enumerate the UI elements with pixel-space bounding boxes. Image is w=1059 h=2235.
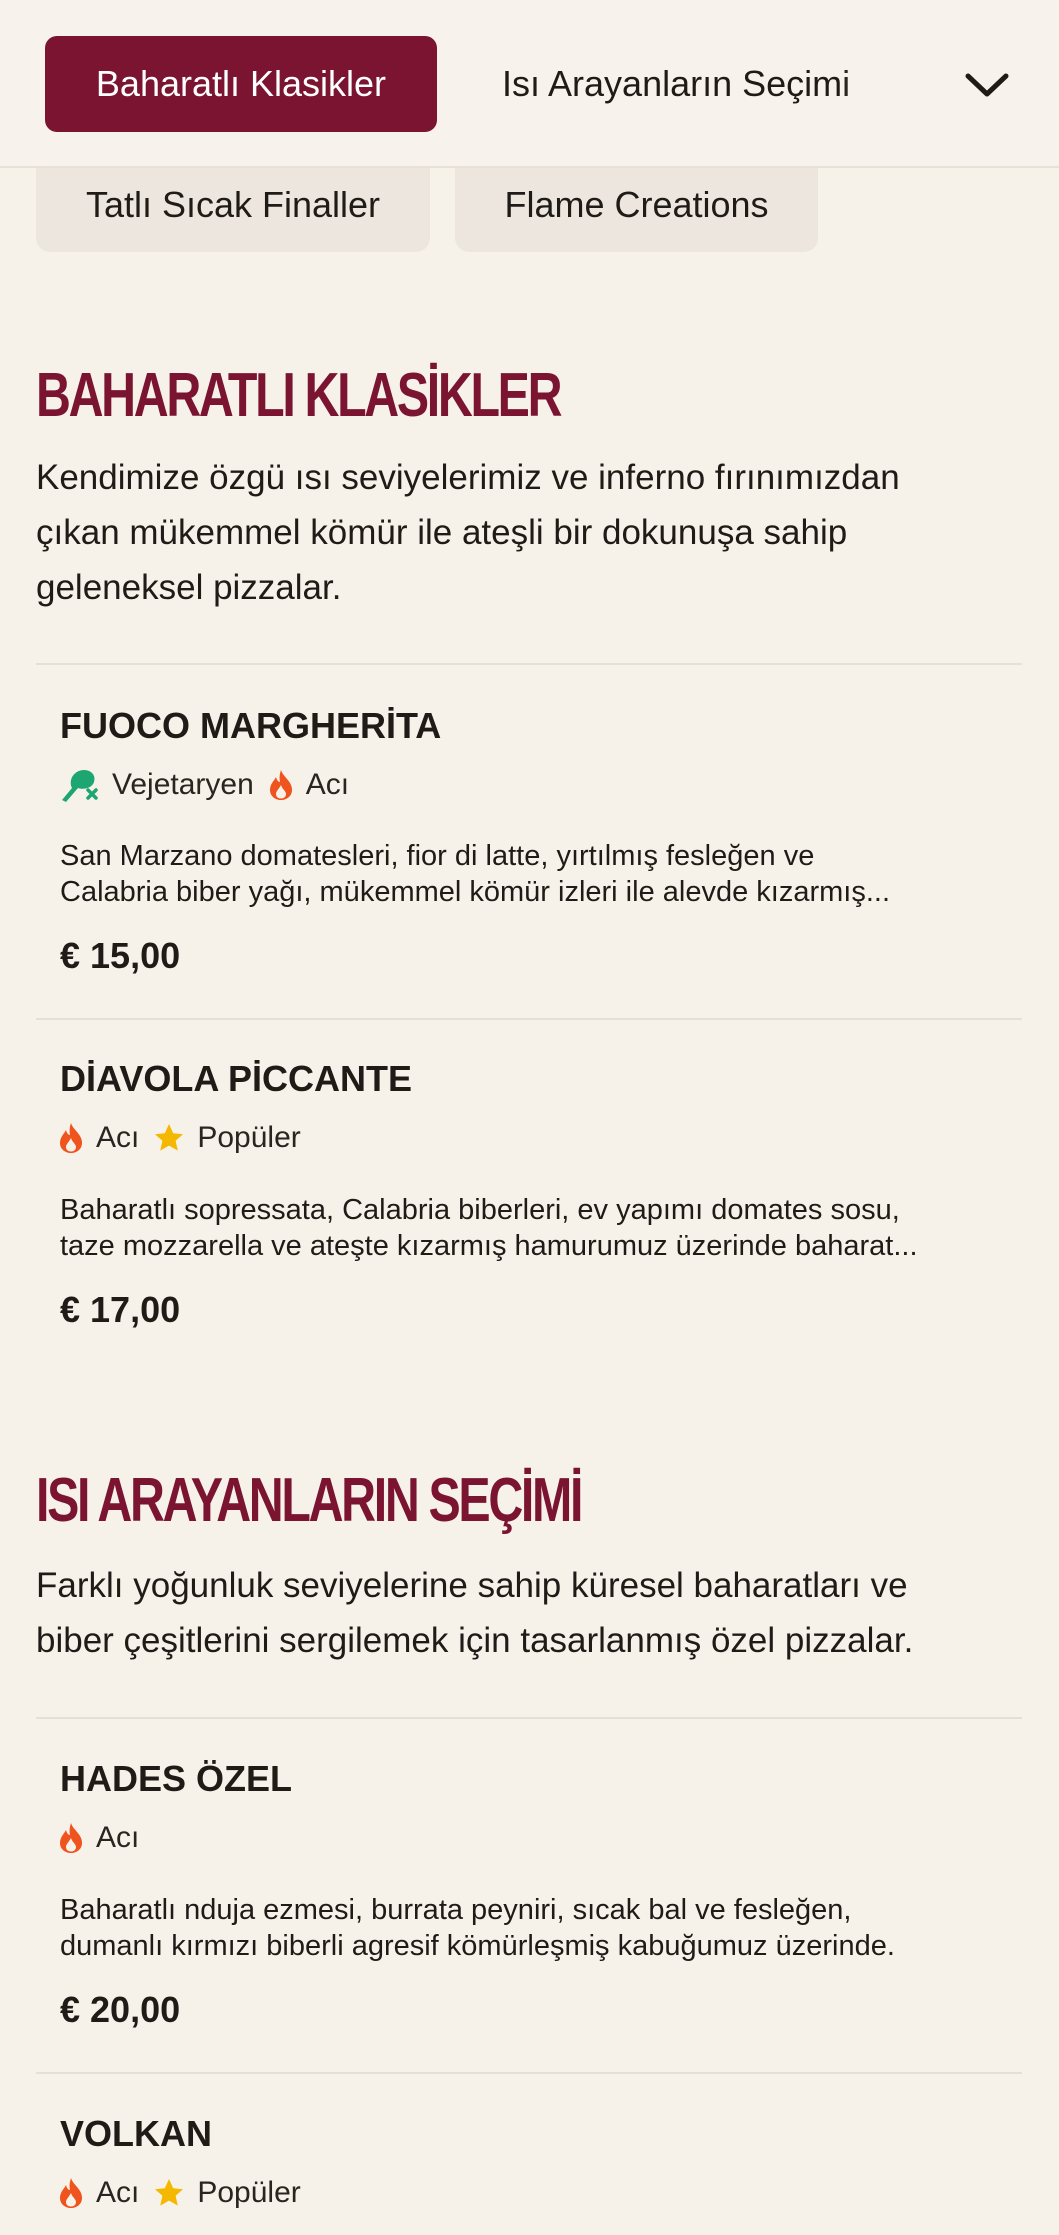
category-nav: Baharatlı Klasikler Isı Arayanların Seçi… (0, 0, 1059, 168)
section-title: BAHARATLI KLASİKLER (36, 361, 563, 430)
tag-label: Acı (305, 768, 350, 801)
tag-spicy: Acı (268, 768, 349, 802)
tag-popular: Popüler (153, 1121, 301, 1155)
category-pill-baharatli-klasikler[interactable]: Baharatlı Klasikler (45, 36, 437, 132)
menu-item-description-line: Baharatlı nduja ezmesi, burrata peyniri,… (60, 1894, 852, 1926)
category-pill-label: Isı Arayanların Seçimi (502, 63, 851, 104)
flame-icon (60, 1823, 82, 1853)
tag-label: Popüler (197, 1121, 301, 1154)
section-description-line: Kendimize özgü ısı seviyelerimiz ve infe… (36, 458, 900, 497)
menu-item-name: VOLKAN (60, 2113, 212, 2154)
divider (36, 1018, 1022, 1020)
menu-item-description: Baharatlı nduja ezmesi, burrata peyniri,… (60, 1892, 1010, 1964)
divider (36, 2072, 1022, 2074)
tag-label: Vejetaryen (112, 768, 254, 801)
category-pill-label: Tatlı Sıcak Finaller (85, 184, 381, 225)
section-description-line: geleneksel pizzalar. (36, 568, 342, 607)
tag-spicy: Acı (58, 1121, 139, 1155)
section-description-line: biber çeşitlerini sergilemek için tasarl… (36, 1621, 914, 1660)
menu-item-tags: Acı Popüler (58, 2173, 305, 2213)
menu-item-description: Baharatlı sopressata, Calabria biberleri… (60, 1192, 1010, 1264)
flame-icon (60, 2178, 82, 2208)
menu-item-description-line: dumanlı kırmızı biberli agresif kömürleş… (60, 1930, 895, 1962)
tag-popular: Popüler (153, 2176, 301, 2210)
section-description-line: çıkan mükemmel kömür ile ateşli bir doku… (36, 513, 848, 552)
menu-item-price: € 15,00 (60, 935, 181, 976)
menu-item-description: San Marzano domatesleri, fior di latte, … (60, 838, 1010, 910)
expand-categories-button[interactable] (952, 50, 1022, 120)
menu-item-description-line: taze mozzarella ve ateşte kızarmış hamur… (60, 1230, 918, 1262)
section-description: Farklı yoğunluk seviyelerine sahip küres… (36, 1558, 1026, 1668)
menu-item-name: DİAVOLA PİCCANTE (60, 1058, 413, 1099)
divider (36, 663, 1022, 665)
section-title: ISI ARAYANLARIN SEÇİMİ (36, 1466, 583, 1535)
scroll-fade (840, 20, 970, 150)
menu-item-tags: Vejetaryen Acı (58, 765, 353, 805)
tag-label: Popüler (197, 2176, 301, 2209)
menu-item-description-line: San Marzano domatesleri, fior di latte, … (60, 840, 815, 872)
divider (36, 1717, 1022, 1719)
menu-item-tags: Acı (58, 1818, 143, 1858)
menu-item-price: € 20,00 (60, 1989, 181, 2030)
tag-spicy: Acı (58, 1821, 139, 1855)
menu-item-name: FUOCO MARGHERİTA (60, 705, 442, 746)
section-description-line: Farklı yoğunluk seviyelerine sahip küres… (36, 1566, 908, 1605)
tag-vegetarian: Vejetaryen (58, 766, 254, 804)
tag-spicy: Acı (58, 2176, 139, 2210)
star-icon (155, 1124, 184, 1151)
chevron-down-icon (965, 73, 1009, 97)
menu-item-description-line: Calabria biber yağı, mükemmel kömür izle… (60, 876, 890, 908)
flame-icon (60, 1123, 82, 1153)
menu-item-description-line: Baharatlı sopressata, Calabria biberleri… (60, 1194, 900, 1226)
menu-item-price: € 17,00 (60, 1289, 181, 1330)
tag-label: Acı (96, 1121, 140, 1154)
section-description: Kendimize özgü ısı seviyelerimiz ve infe… (36, 450, 1026, 615)
tag-label: Acı (96, 2176, 140, 2209)
menu-item-tags: Acı Popüler (58, 1118, 305, 1158)
tag-label: Acı (96, 1821, 140, 1854)
star-icon (155, 2179, 184, 2206)
category-pill-label: Baharatlı Klasikler (95, 63, 387, 104)
menu-item-name: HADES ÖZEL (60, 1758, 293, 1799)
flame-icon (269, 770, 292, 800)
category-pill-label: Flame Creations (504, 184, 769, 225)
vegetarian-icon (62, 770, 98, 802)
